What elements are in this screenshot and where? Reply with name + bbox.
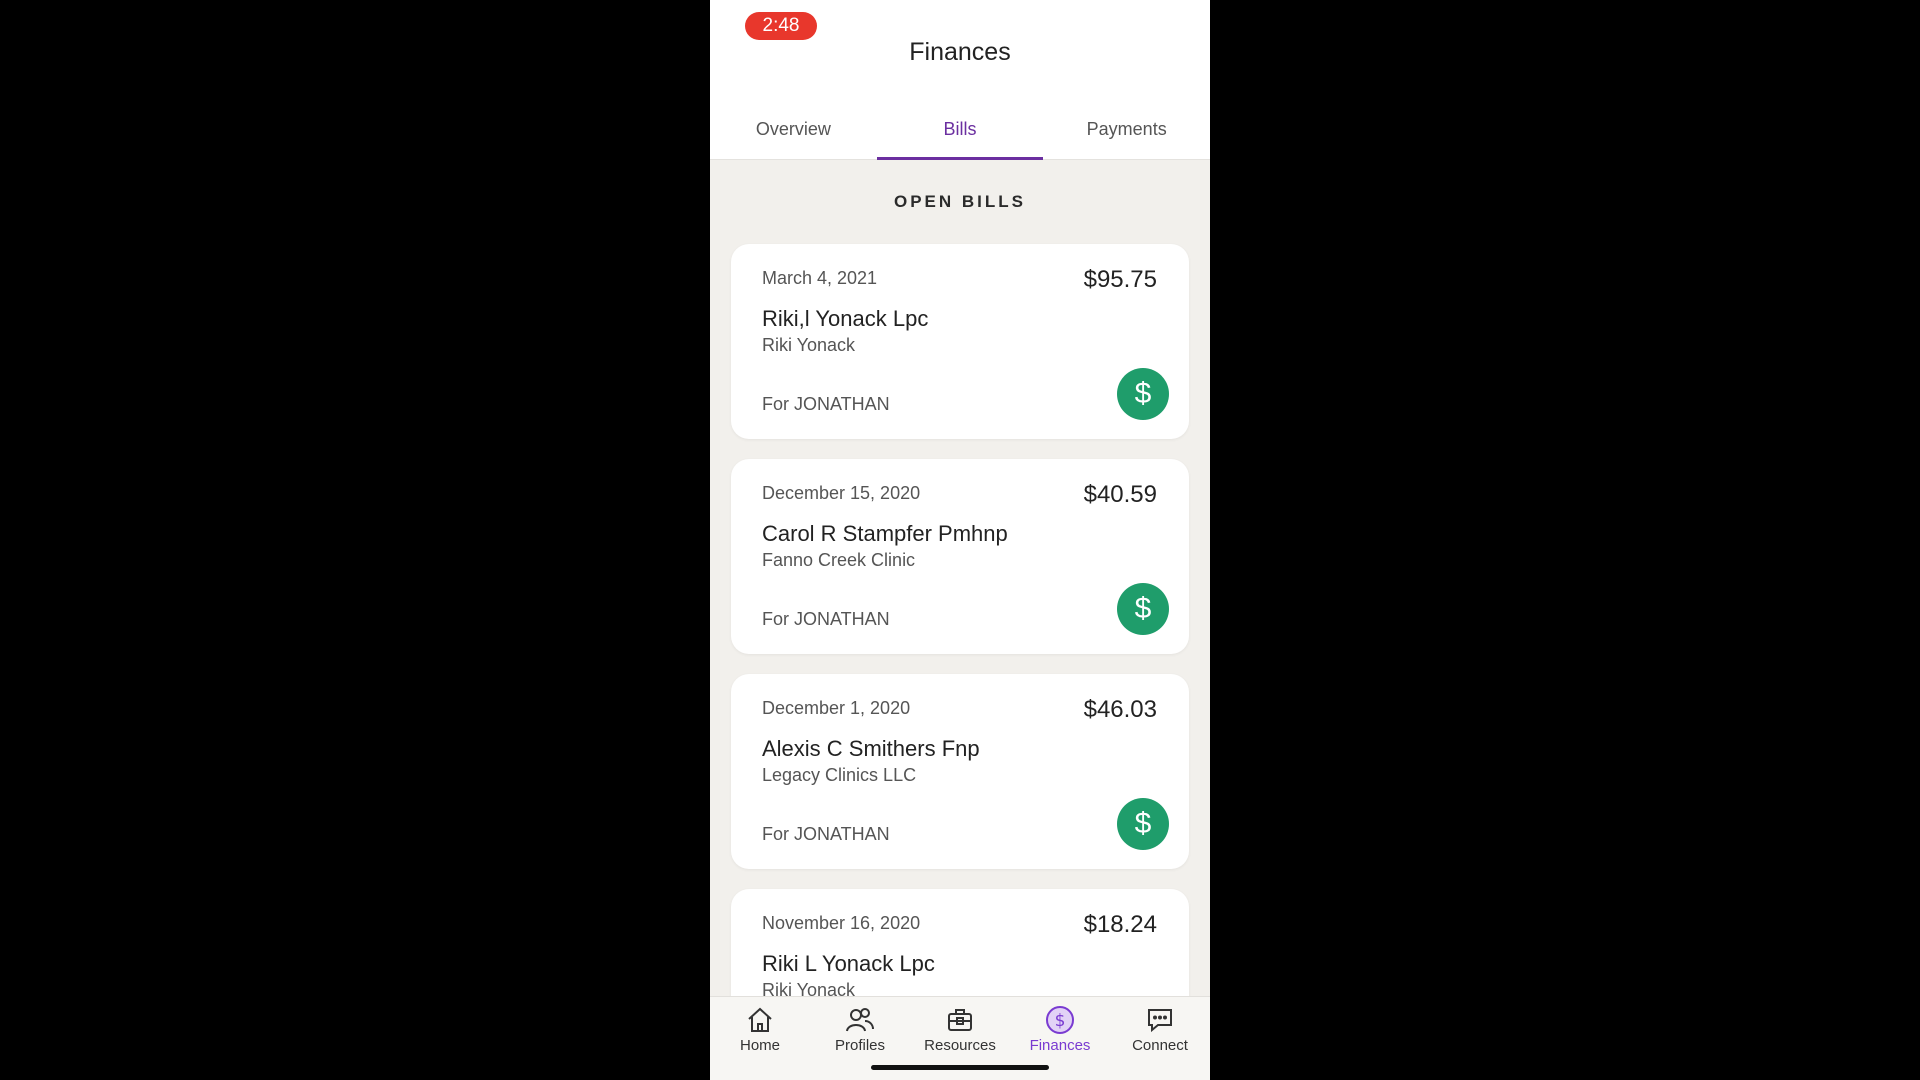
bill-list: March 4, 2021 $95.75 Riki,l Yonack Lpc R…	[731, 244, 1189, 1080]
svg-text:$: $	[1055, 1011, 1066, 1031]
bill-organization: Legacy Clinics LLC	[762, 765, 917, 785]
dollar-icon: $	[1134, 377, 1152, 410]
header: 2:48 Finances Overview Bills Payments	[710, 0, 1210, 160]
bill-patient: For JONATHAN	[762, 609, 890, 629]
bill-provider: Riki L Yonack Lpc	[762, 951, 935, 976]
section-title: OPEN BILLS	[893, 192, 1026, 211]
bill-date: November 16, 2020	[762, 913, 921, 933]
bill-amount: $40.59	[1083, 481, 1157, 508]
bill-card[interactable]: December 15, 2020 $40.59 Carol R Stampfe…	[731, 459, 1189, 654]
bill-date: December 15, 2020	[762, 483, 921, 503]
bill-provider: Riki,l Yonack Lpc	[762, 306, 929, 331]
bill-provider: Carol R Stampfer Pmhnp	[762, 521, 1008, 546]
bill-date: December 1, 2020	[762, 698, 911, 718]
nav-home[interactable]: Home	[710, 997, 810, 1080]
page-title: Finances	[909, 38, 1011, 66]
phone-screen: 2:48 Finances Overview Bills Payments OP…	[710, 0, 1210, 1080]
pay-bill-button[interactable]: $	[1117, 798, 1169, 850]
bill-amount: $18.24	[1083, 911, 1157, 938]
nav-finances-label: Finances	[1029, 1037, 1091, 1054]
profiles-icon	[846, 1008, 874, 1032]
nav-home-label: Home	[739, 1037, 780, 1054]
resources-icon	[948, 1009, 972, 1031]
bill-provider: Alexis C Smithers Fnp	[762, 736, 980, 761]
tab-overview[interactable]: Overview	[710, 112, 877, 160]
tab-bills[interactable]: Bills	[876, 112, 1044, 160]
dollar-icon: $	[1134, 592, 1152, 625]
bill-patient: For JONATHAN	[762, 394, 890, 414]
bill-organization: Riki Yonack	[762, 335, 856, 355]
tab-payments[interactable]: Payments	[1043, 112, 1210, 160]
bill-amount: $95.75	[1083, 266, 1157, 293]
nav-resources-label: Resources	[924, 1037, 996, 1054]
connect-icon	[1148, 1009, 1172, 1033]
dollar-icon: $	[1134, 807, 1152, 840]
bill-card[interactable]: December 1, 2020 $46.03 Alexis C Smither…	[731, 674, 1189, 869]
pay-bill-button[interactable]: $	[1117, 368, 1169, 420]
bill-date: March 4, 2021	[762, 268, 878, 288]
bill-patient: For JONATHAN	[762, 824, 890, 844]
bill-amount: $46.03	[1083, 696, 1157, 723]
finances-icon: $	[1046, 1006, 1074, 1034]
nav-connect-label: Connect	[1132, 1037, 1188, 1054]
nav-connect[interactable]: Connect	[1110, 997, 1210, 1080]
home-icon	[748, 1007, 772, 1032]
home-indicator	[871, 1065, 1049, 1070]
tab-bar: Overview Bills Payments	[710, 112, 1210, 160]
pay-bill-button[interactable]: $	[1117, 583, 1169, 635]
bill-organization: Fanno Creek Clinic	[762, 550, 916, 570]
status-time: 2:48	[745, 12, 817, 40]
bill-card[interactable]: March 4, 2021 $95.75 Riki,l Yonack Lpc R…	[731, 244, 1189, 439]
nav-profiles-label: Profiles	[834, 1037, 886, 1054]
